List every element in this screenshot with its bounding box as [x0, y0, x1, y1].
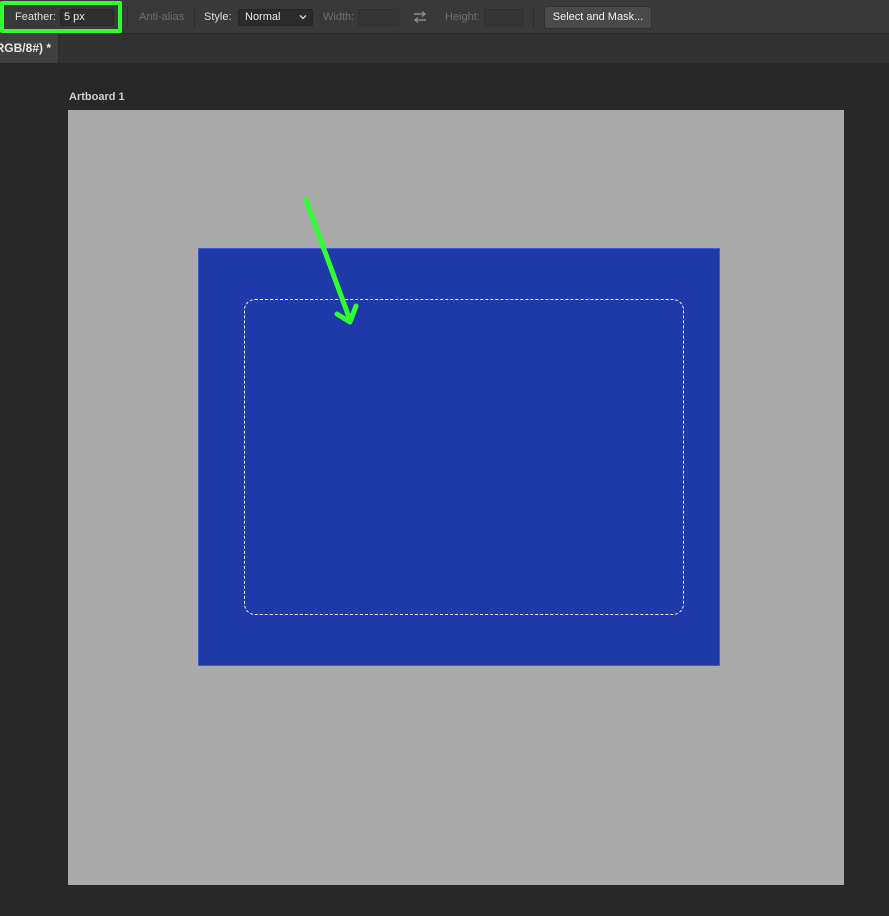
photoshop-window: Feather: 5 px Anti-alias Style: Normal W… — [0, 0, 889, 916]
chevron-down-icon — [299, 15, 307, 20]
blue-rectangle-shape[interactable] — [198, 248, 720, 666]
style-select-value: Normal — [245, 11, 281, 23]
style-select[interactable]: Normal — [238, 9, 313, 26]
document-tab-title: RGB/8#) * — [0, 41, 51, 55]
separator — [194, 6, 195, 28]
options-bar: Feather: 5 px Anti-alias Style: Normal W… — [0, 0, 889, 34]
width-input[interactable] — [358, 9, 399, 26]
select-and-mask-button[interactable]: Select and Mask... — [544, 6, 652, 29]
rounded-selection-marquee[interactable] — [244, 299, 684, 615]
artboard[interactable] — [68, 110, 844, 885]
separator — [127, 6, 128, 28]
document-tab-bar: RGB/8#) * — [0, 34, 889, 63]
canvas-area[interactable]: Artboard 1 — [0, 63, 889, 916]
artboard-label[interactable]: Artboard 1 — [69, 91, 125, 104]
height-label: Height: — [445, 11, 480, 23]
document-tab[interactable]: RGB/8#) * — [0, 34, 59, 63]
separator — [533, 6, 534, 28]
width-label: Width: — [323, 11, 355, 23]
feather-label: Feather: — [15, 11, 56, 23]
height-input[interactable] — [484, 9, 523, 26]
style-label: Style: — [204, 11, 232, 23]
swap-arrows-icon[interactable] — [412, 10, 428, 24]
feather-input[interactable]: 5 px — [60, 9, 114, 26]
anti-alias-checkbox-label[interactable]: Anti-alias — [139, 11, 184, 24]
